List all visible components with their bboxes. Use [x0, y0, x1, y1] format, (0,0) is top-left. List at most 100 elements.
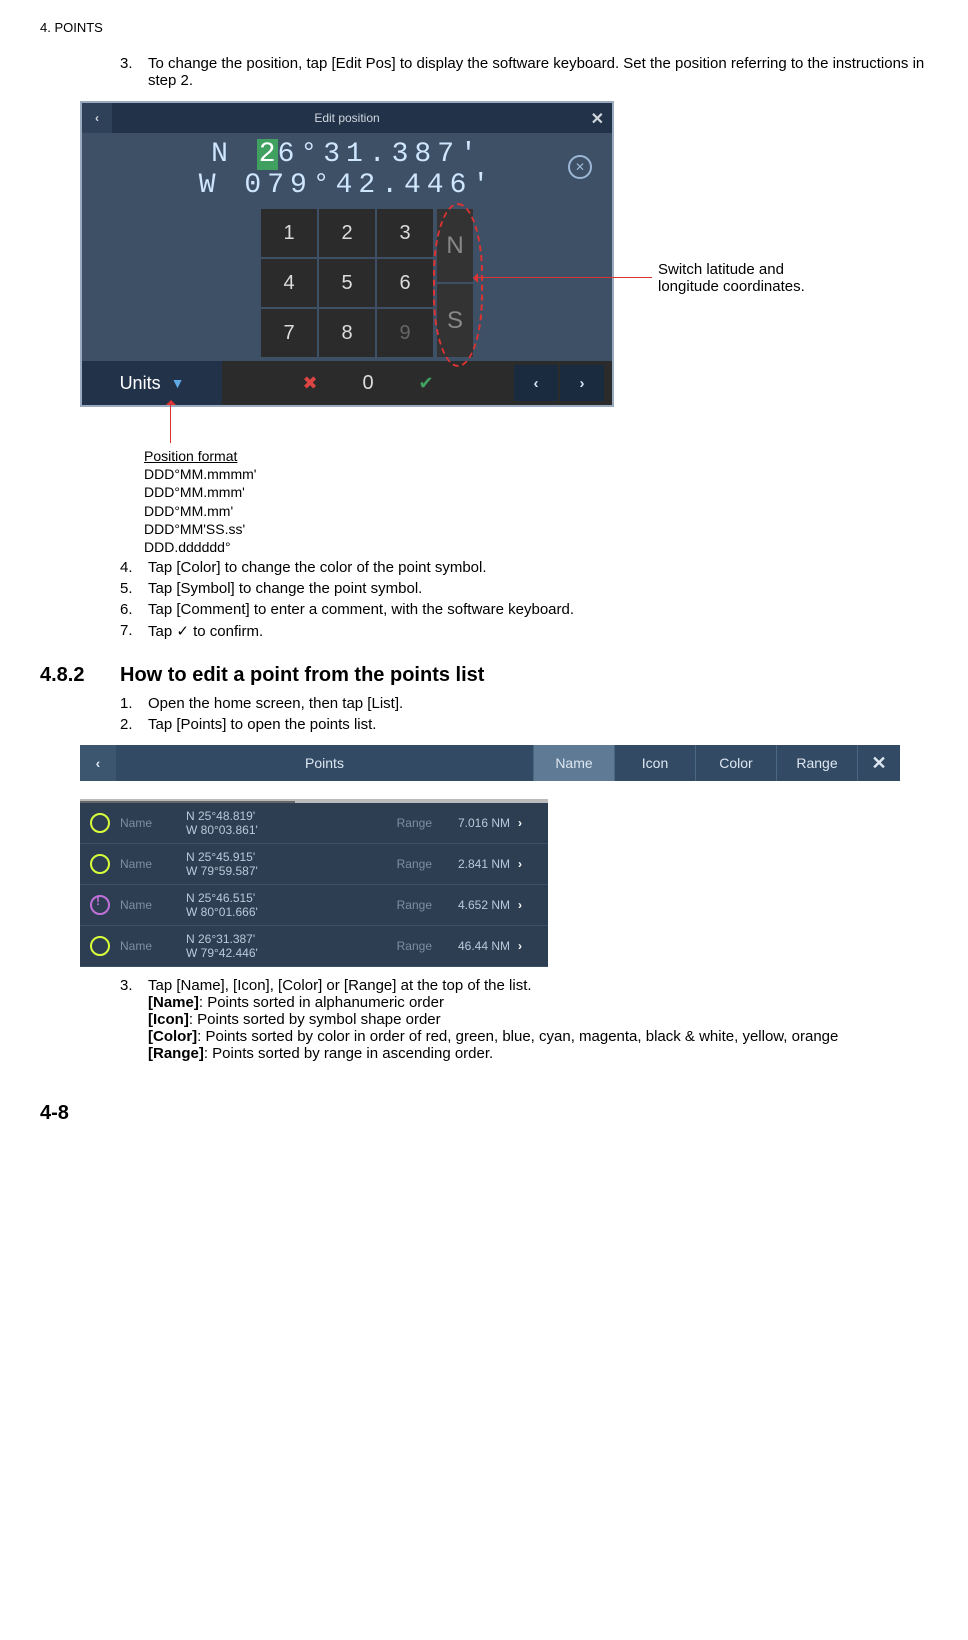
row-coords: N 26°31.387'W 79°42.446' — [186, 932, 362, 961]
next-button[interactable]: › — [560, 365, 604, 401]
points-list-header: ‹ Points Name Icon Color Range ✕ — [80, 745, 900, 781]
points-list-figure: ‹ Points Name Icon Color Range ✕ Name N … — [80, 745, 900, 967]
prev-button[interactable]: ‹ — [514, 365, 558, 401]
section-number: 4.8.2 — [40, 664, 120, 687]
units-button[interactable]: Units ▼ — [82, 361, 222, 405]
key-2[interactable]: 2 — [319, 209, 375, 257]
step-num: 6. — [120, 601, 148, 618]
keypad-area: 1 2 3 4 5 6 7 8 9 N S — [82, 205, 612, 361]
point-icon — [90, 936, 110, 956]
row-name-label: Name — [120, 898, 186, 912]
close-icon[interactable]: ✕ — [857, 745, 900, 781]
step-num: 1. — [120, 695, 148, 712]
position-display: N 26°31.387' W 079°42.446' ✕ — [82, 133, 612, 205]
step-text: Tap [Symbol] to change the point symbol. — [148, 580, 928, 597]
longitude-display: W 079°42.446' — [82, 170, 612, 201]
cancel-key[interactable]: ✖ — [282, 365, 338, 401]
step-text: Tap [Points] to open the points list. — [148, 716, 928, 733]
row-range-value: 7.016 NM — [432, 816, 518, 830]
tab-name[interactable]: Name — [533, 745, 614, 781]
row-range-label: Range — [362, 816, 432, 830]
point-icon — [90, 854, 110, 874]
key-4[interactable]: 4 — [261, 259, 317, 307]
back-button[interactable]: ‹ — [82, 103, 112, 133]
row-coords: N 25°46.515'W 80°01.666' — [186, 891, 362, 920]
step-text: Tap [Color] to change the color of the p… — [148, 559, 928, 576]
row-range-value: 46.44 NM — [432, 939, 518, 953]
points-title: Points — [116, 745, 533, 781]
chevron-right-icon: › — [518, 939, 540, 953]
row-coords: N 25°45.915'W 79°59.587' — [186, 850, 362, 879]
row-coords: N 25°48.819'W 80°03.861' — [186, 809, 362, 838]
step-num: 7. — [120, 622, 148, 640]
table-row[interactable]: Name N 25°48.819'W 80°03.861' Range 7.01… — [80, 803, 548, 844]
step-list-top: 3. To change the position, tap [Edit Pos… — [120, 55, 928, 89]
chevron-right-icon: › — [518, 898, 540, 912]
edit-position-panel: ‹ Edit position ✕ N 26°31.387' W 079°42.… — [80, 101, 614, 407]
row-range-label: Range — [362, 898, 432, 912]
scrollbar[interactable] — [80, 801, 548, 803]
step-num: 3. — [120, 977, 148, 1062]
section-heading: 4.8.2How to edit a point from the points… — [40, 664, 928, 687]
lat-prefix: N — [211, 139, 257, 170]
numeric-keypad: 1 2 3 4 5 6 7 8 9 — [261, 209, 433, 357]
row-range-value: 2.841 NM — [432, 857, 518, 871]
confirm-key[interactable]: ✔ — [398, 365, 454, 401]
table-row[interactable]: Name N 26°31.387'W 79°42.446' Range 46.4… — [80, 926, 548, 967]
point-icon — [90, 895, 110, 915]
close-icon[interactable]: ✕ — [591, 109, 604, 129]
key-6[interactable]: 6 — [377, 259, 433, 307]
back-button[interactable]: ‹ — [80, 745, 116, 781]
step-num: 4. — [120, 559, 148, 576]
key-0[interactable]: 0 — [340, 365, 396, 401]
ns-switch-column: N S — [437, 209, 473, 359]
latitude-display: N 26°31.387' — [82, 139, 612, 170]
units-annotation-arrow — [170, 403, 171, 443]
sort-tabs: Name Icon Color Range — [533, 745, 857, 781]
step-text: Open the home screen, then tap [List]. — [148, 695, 928, 712]
key-5[interactable]: 5 — [319, 259, 375, 307]
step-list-482: 1.Open the home screen, then tap [List].… — [120, 695, 928, 733]
key-9[interactable]: 9 — [377, 309, 433, 357]
annotation-arrow — [476, 277, 652, 278]
bottom-bar: Units ▼ ✖ 0 ✔ ‹ › — [82, 361, 612, 405]
key-3[interactable]: 3 — [377, 209, 433, 257]
chevron-right-icon: › — [518, 816, 540, 830]
s-button[interactable]: S — [437, 284, 473, 357]
points-rows: Name N 25°48.819'W 80°03.861' Range 7.01… — [80, 799, 548, 967]
section-title: How to edit a point from the points list — [120, 664, 484, 686]
step-text: To change the position, tap [Edit Pos] t… — [148, 55, 928, 89]
annotation-switch: Switch latitude and longitude coordinate… — [658, 261, 805, 295]
position-format-annotation: Position format DDD°MM.mmmm' DDD°MM.mmm'… — [144, 447, 256, 556]
panel-title: Edit position — [314, 111, 379, 125]
row-range-label: Range — [362, 939, 432, 953]
row-range-value: 4.652 NM — [432, 898, 518, 912]
page-header: 4. POINTS — [40, 20, 928, 35]
step-text: Tap [Name], [Icon], [Color] or [Range] a… — [148, 977, 928, 1062]
lat-cursor-digit: 2 — [257, 139, 278, 170]
tab-color[interactable]: Color — [695, 745, 776, 781]
step-num: 2. — [120, 716, 148, 733]
edit-position-figure: ‹ Edit position ✕ N 26°31.387' W 079°42.… — [80, 101, 870, 407]
page-number: 4-8 — [40, 1102, 928, 1125]
lat-suffix: 6°31.387' — [278, 139, 483, 170]
key-7[interactable]: 7 — [261, 309, 317, 357]
tab-icon[interactable]: Icon — [614, 745, 695, 781]
step-list-after: 3. Tap [Name], [Icon], [Color] or [Range… — [120, 977, 928, 1062]
step-text: Tap [Comment] to enter a comment, with t… — [148, 601, 928, 618]
step-num: 5. — [120, 580, 148, 597]
tab-range[interactable]: Range — [776, 745, 857, 781]
row-name-label: Name — [120, 816, 186, 830]
step-num: 3. — [120, 55, 148, 89]
step-text: Tap ✓ to confirm. — [148, 622, 928, 640]
clear-icon[interactable]: ✕ — [568, 155, 592, 179]
chevron-down-icon: ▼ — [171, 375, 185, 391]
table-row[interactable]: Name N 25°46.515'W 80°01.666' Range 4.65… — [80, 885, 548, 926]
row-range-label: Range — [362, 857, 432, 871]
n-button[interactable]: N — [437, 209, 473, 282]
panel-header: ‹ Edit position ✕ — [82, 103, 612, 133]
table-row[interactable]: Name N 25°45.915'W 79°59.587' Range 2.84… — [80, 844, 548, 885]
key-8[interactable]: 8 — [319, 309, 375, 357]
step-list-mid: 4.Tap [Color] to change the color of the… — [120, 559, 928, 640]
key-1[interactable]: 1 — [261, 209, 317, 257]
